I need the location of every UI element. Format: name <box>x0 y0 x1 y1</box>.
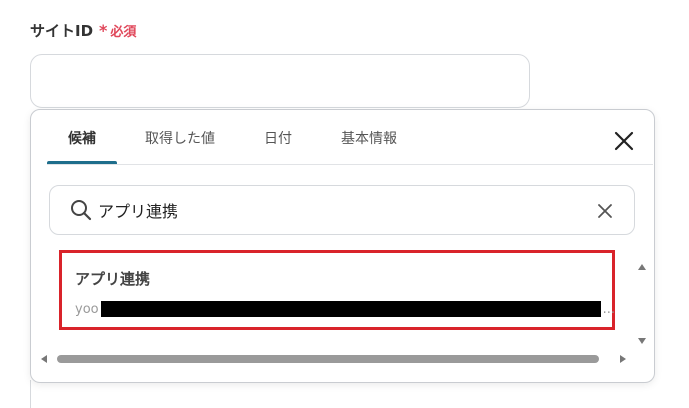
site-id-label: サイトID * 必須 <box>30 20 136 41</box>
result-subtitle: yoo ... <box>75 301 615 317</box>
results-list: アプリ連携 yoo ... <box>49 248 633 358</box>
tab-date[interactable]: 日付 <box>243 110 313 165</box>
tab-basic-info[interactable]: 基本情報 <box>320 110 418 165</box>
result-subtitle-prefix: yoo <box>75 301 99 317</box>
search-icon <box>71 200 92 221</box>
scroll-down-arrow-icon[interactable] <box>638 338 646 344</box>
required-badge: * 必須 <box>99 21 136 40</box>
required-star-icon: * <box>99 20 108 40</box>
search-input[interactable] <box>98 200 588 220</box>
tab-divider <box>47 164 653 165</box>
horizontal-scrollbar-thumb[interactable] <box>57 355 599 363</box>
vertical-scrollbar[interactable] <box>635 250 649 358</box>
tab-date-label: 日付 <box>264 130 292 147</box>
popover-tabs: 候補 取得した値 日付 基本情報 <box>47 110 425 165</box>
scroll-up-arrow-icon[interactable] <box>638 264 646 270</box>
close-icon[interactable] <box>611 128 637 154</box>
tab-basic-info-label: 基本情報 <box>341 130 397 147</box>
clear-icon[interactable] <box>595 201 615 221</box>
suggestion-popover: 候補 取得した値 日付 基本情報 アプリ連携 yoo ... <box>30 109 655 383</box>
tab-candidates[interactable]: 候補 <box>47 110 117 165</box>
required-text: 必須 <box>110 25 137 40</box>
next-field-edge <box>30 380 31 408</box>
tab-candidates-label: 候補 <box>68 130 96 147</box>
list-item[interactable]: アプリ連携 yoo ... <box>59 250 615 330</box>
horizontal-scrollbar[interactable] <box>39 352 639 366</box>
tab-obtained-values[interactable]: 取得した値 <box>124 110 236 165</box>
tab-obtained-values-label: 取得した値 <box>145 130 215 147</box>
site-id-label-text: サイトID <box>30 22 94 40</box>
redaction-block <box>100 301 601 317</box>
scroll-right-arrow-icon[interactable] <box>620 355 626 363</box>
search-box <box>49 185 635 235</box>
result-title: アプリ連携 <box>75 270 151 288</box>
scroll-left-arrow-icon[interactable] <box>41 355 47 363</box>
result-subtitle-ellipsis: ... <box>602 301 616 317</box>
site-id-input[interactable] <box>30 54 530 108</box>
